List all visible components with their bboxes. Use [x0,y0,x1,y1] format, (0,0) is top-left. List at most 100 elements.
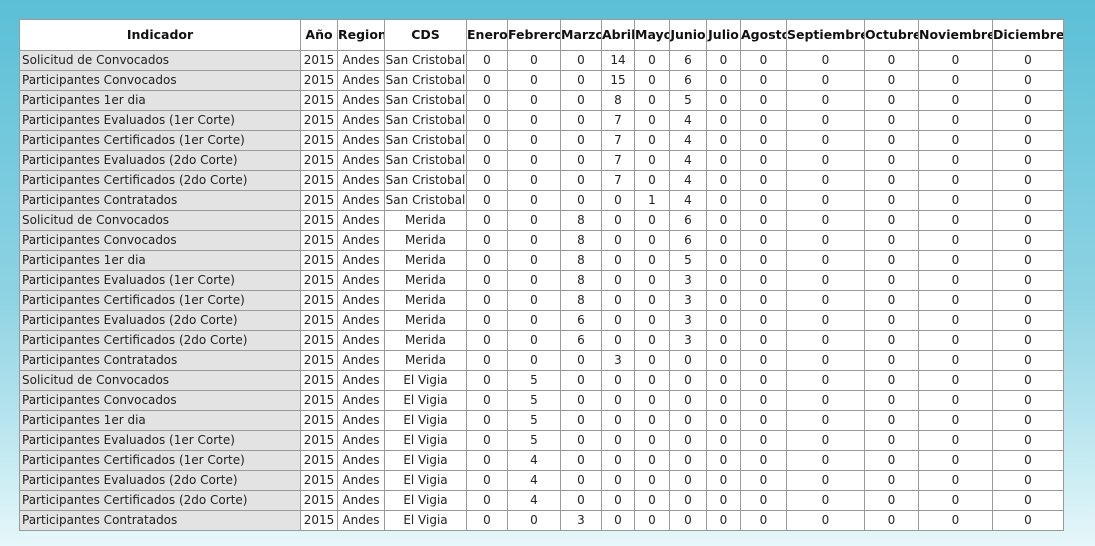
month-value-junio: 0 [669,450,707,471]
month-value-abril: 0 [601,490,635,511]
month-value-junio: 0 [669,490,707,511]
month-value-abril: 0 [601,270,635,291]
month-value-enero: 0 [466,190,508,211]
indicator-cell: Participantes Evaluados (1er Corte) [19,110,301,131]
month-value-julio: 0 [706,330,741,351]
month-value-abril: 0 [601,290,635,311]
table-row: Solicitud de Convocados 2015 Andes El Vigia… [19,370,1064,391]
month-value-julio: 0 [706,510,741,531]
month-value-noviembre: 0 [918,430,993,451]
month-value-junio: 0 [669,390,707,411]
column-header-marzo: Marzo [560,19,602,51]
month-value-noviembre: 0 [918,510,993,531]
month-value-marzo: 0 [560,110,602,131]
cds-cell: Merida [384,290,467,311]
region-cell: Andes [337,310,385,331]
month-value-diciembre: 0 [992,50,1064,71]
month-value-abril: 0 [601,390,635,411]
indicator-cell: Participantes Evaluados (1er Corte) [19,270,301,291]
cds-cell: San Cristobal [384,110,467,131]
month-value-junio: 0 [669,350,707,371]
month-value-diciembre: 0 [992,350,1064,371]
column-header-region: Region [337,19,385,51]
month-value-junio: 0 [669,430,707,451]
month-value-agosto: 0 [740,370,787,391]
month-value-mayo: 0 [634,150,670,171]
table-row: Participantes Convocados 2015 Andes Merida 0… [19,230,1064,251]
month-value-septiembre: 0 [786,50,865,71]
month-value-febrero: 0 [507,130,561,151]
column-header-anio: Año [300,19,338,51]
month-value-marzo: 0 [560,90,602,111]
month-value-diciembre: 0 [992,150,1064,171]
indicator-cell: Participantes Certificados (2do Corte) [19,490,301,511]
month-value-febrero: 0 [507,110,561,131]
table-row: Participantes Certificados (1er Corte) 20… [19,290,1064,311]
month-value-junio: 6 [669,70,707,91]
year-cell: 2015 [300,510,338,531]
month-value-junio: 6 [669,230,707,251]
month-value-marzo: 0 [560,410,602,431]
month-value-octubre: 0 [864,130,919,151]
month-value-junio: 3 [669,290,707,311]
month-value-febrero: 4 [507,470,561,491]
cds-cell: San Cristobal [384,170,467,191]
table-row: Participantes 1er dia 2015 Andes San Cristo… [19,90,1064,111]
region-cell: Andes [337,130,385,151]
month-value-enero: 0 [466,370,508,391]
month-value-julio: 0 [706,310,741,331]
table-row: Participantes Certificados (1er Corte) 20… [19,450,1064,471]
month-value-abril: 0 [601,450,635,471]
indicator-cell: Participantes Contratados [19,350,301,371]
month-value-agosto: 0 [740,410,787,431]
month-value-julio: 0 [706,210,741,231]
month-value-noviembre: 0 [918,90,993,111]
month-value-septiembre: 0 [786,370,865,391]
month-value-enero: 0 [466,350,508,371]
month-value-julio: 0 [706,430,741,451]
month-value-julio: 0 [706,390,741,411]
month-value-febrero: 5 [507,430,561,451]
year-cell: 2015 [300,370,338,391]
cds-cell: San Cristobal [384,150,467,171]
column-header-agosto: Agosto [740,19,787,51]
month-value-enero: 0 [466,250,508,271]
column-header-febrero: Febrero [507,19,561,51]
month-value-agosto: 0 [740,50,787,71]
region-cell: Andes [337,50,385,71]
month-value-julio: 0 [706,150,741,171]
table-row: Participantes Evaluados (1er Corte) 2015 A… [19,110,1064,131]
month-value-junio: 0 [669,470,707,491]
month-value-febrero: 0 [507,250,561,271]
month-value-mayo: 0 [634,290,670,311]
month-value-noviembre: 0 [918,490,993,511]
table-row: Participantes Certificados (2do Corte) 20… [19,330,1064,351]
year-cell: 2015 [300,470,338,491]
region-cell: Andes [337,290,385,311]
table-row: Participantes Evaluados (2do Corte) 2015 A… [19,470,1064,491]
month-value-septiembre: 0 [786,290,865,311]
year-cell: 2015 [300,50,338,71]
month-value-noviembre: 0 [918,390,993,411]
cds-cell: San Cristobal [384,50,467,71]
month-value-enero: 0 [466,90,508,111]
month-value-abril: 8 [601,90,635,111]
month-value-enero: 0 [466,50,508,71]
month-value-septiembre: 0 [786,70,865,91]
month-value-agosto: 0 [740,230,787,251]
month-value-enero: 0 [466,410,508,431]
month-value-julio: 0 [706,170,741,191]
region-cell: Andes [337,510,385,531]
month-value-febrero: 0 [507,310,561,331]
cds-cell: Merida [384,250,467,271]
month-value-mayo: 0 [634,490,670,511]
year-cell: 2015 [300,290,338,311]
month-value-diciembre: 0 [992,370,1064,391]
month-value-febrero: 0 [507,210,561,231]
month-value-febrero: 0 [507,290,561,311]
month-value-enero: 0 [466,450,508,471]
region-cell: Andes [337,430,385,451]
month-value-diciembre: 0 [992,250,1064,271]
cds-cell: Merida [384,210,467,231]
table-row: Participantes Contratados 2015 Andes El Vig… [19,510,1064,531]
